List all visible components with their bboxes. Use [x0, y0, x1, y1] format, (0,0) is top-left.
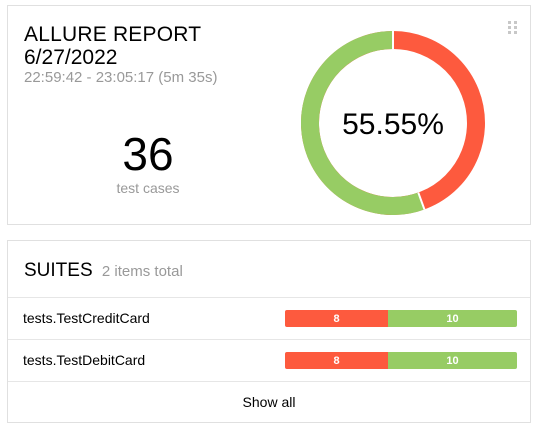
show-all-link[interactable]: Show all [8, 381, 530, 423]
suites-title: SUITES [24, 260, 93, 281]
summary-widget: ALLURE REPORT 6/27/2022 22:59:42 - 23:05… [7, 5, 531, 225]
suite-row[interactable]: tests.TestCreditCard 8 10 [8, 297, 530, 339]
pass-rate-percentage: 55.55% [342, 108, 444, 141]
test-case-label: test cases [116, 180, 180, 196]
suite-name[interactable]: tests.TestDebitCard [23, 352, 145, 368]
failed-segment[interactable]: 8 [285, 352, 389, 369]
suite-name[interactable]: tests.TestCreditCard [23, 310, 150, 326]
report-date: 6/27/2022 [24, 46, 118, 69]
pass-rate-donut[interactable]: 55.55% [301, 31, 485, 215]
suite-status-bar[interactable]: 8 10 [285, 310, 517, 327]
suite-status-bar[interactable]: 8 10 [285, 352, 517, 369]
passed-segment[interactable]: 10 [388, 310, 517, 327]
drag-handle-icon[interactable] [508, 21, 518, 35]
suites-widget: SUITES 2 items total tests.TestCreditCar… [7, 240, 531, 423]
suite-row[interactable]: tests.TestDebitCard 8 10 [8, 339, 530, 381]
suites-header: SUITES 2 items total [24, 260, 183, 282]
test-case-count: 36 [122, 128, 174, 180]
report-time-range: 22:59:42 - 23:05:17 (5m 35s) [24, 69, 218, 86]
failed-segment[interactable]: 8 [285, 310, 389, 327]
suites-count: 2 items total [101, 263, 183, 280]
report-title: ALLURE REPORT [24, 23, 202, 46]
passed-segment[interactable]: 10 [388, 352, 517, 369]
